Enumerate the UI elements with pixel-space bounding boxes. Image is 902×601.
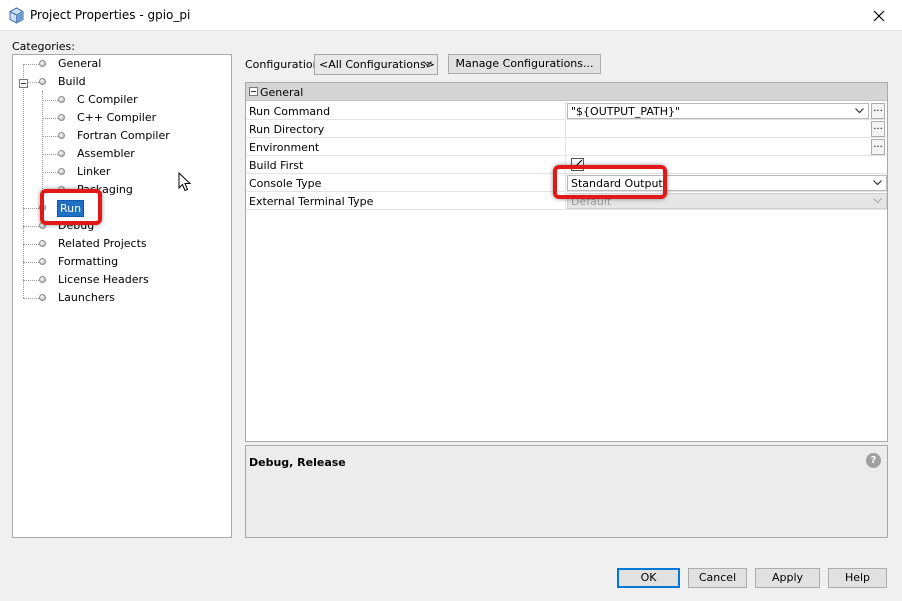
node-icon [39, 258, 46, 265]
tree-item-launchers[interactable]: Launchers [13, 289, 213, 307]
property-name: Console Type [246, 174, 566, 192]
description-text: Debug, Release [249, 456, 346, 469]
collapse-icon[interactable] [249, 87, 258, 96]
property-sheet: General Run Command "${OUTPUT_PATH}" ...… [245, 82, 888, 442]
console-type-select[interactable]: Standard Output [567, 175, 887, 191]
environment-browse-button[interactable]: ... [871, 139, 885, 155]
property-name: Environment [246, 138, 566, 156]
node-icon [39, 204, 46, 211]
node-icon [39, 60, 46, 67]
run-directory-browse-button[interactable]: ... [871, 121, 885, 137]
property-row-environment: Environment ... [246, 138, 887, 156]
close-button[interactable] [856, 0, 902, 31]
apply-button[interactable]: Apply [755, 568, 820, 588]
tree-item-c-compiler[interactable]: C Compiler [13, 91, 213, 109]
selected-item-label: Run [57, 200, 85, 217]
node-icon [39, 222, 46, 229]
chevron-down-icon [873, 180, 882, 186]
chevron-down-icon [855, 108, 864, 114]
categories-label: Categories: [12, 40, 75, 53]
property-name: Run Command [246, 102, 566, 120]
chevron-down-icon [423, 61, 432, 67]
chevron-down-icon [873, 198, 882, 204]
property-row-build-first: Build First [246, 156, 887, 174]
property-row-console-type: Console Type Standard Output [246, 174, 887, 192]
manage-configurations-button[interactable]: Manage Configurations... [448, 54, 601, 74]
tree-item-general[interactable]: General [13, 55, 213, 73]
environment-value[interactable]: ... [567, 138, 887, 156]
console-type-value: Standard Output [571, 177, 663, 190]
collapse-icon[interactable] [19, 78, 28, 88]
help-icon[interactable]: ? [866, 453, 881, 468]
property-name: External Terminal Type [246, 192, 566, 210]
node-icon [39, 294, 46, 301]
property-name: Run Directory [246, 120, 566, 138]
categories-tree[interactable]: General Build C Compiler C++ Compiler Fo… [12, 54, 232, 538]
ok-button[interactable]: OK [617, 568, 680, 588]
tree-item-fortran-compiler[interactable]: Fortran Compiler [13, 127, 213, 145]
configuration-value: <All Configurations> [319, 58, 435, 71]
property-row-external-terminal-type: External Terminal Type Default [246, 192, 887, 210]
property-name: Build First [246, 156, 566, 174]
run-command-value: "${OUTPUT_PATH}" [571, 105, 681, 118]
window-title: Project Properties - gpio_pi [30, 8, 191, 22]
cancel-button[interactable]: Cancel [688, 568, 747, 588]
cube-icon [9, 7, 24, 24]
run-directory-value[interactable]: ... [567, 120, 887, 138]
help-button[interactable]: Help [828, 568, 887, 588]
mouse-cursor-icon [178, 172, 192, 192]
node-icon [58, 132, 65, 139]
node-icon [58, 168, 65, 175]
node-icon [58, 186, 65, 193]
node-icon [39, 78, 46, 85]
tree-item-build[interactable]: Build [13, 73, 213, 91]
description-panel: Debug, Release ? [245, 445, 888, 538]
run-command-browse-button[interactable]: ... [871, 103, 885, 119]
external-terminal-type-select: Default [567, 193, 887, 209]
node-icon [39, 240, 46, 247]
title-bar: Project Properties - gpio_pi [0, 0, 902, 31]
tree-item-related-projects[interactable]: Related Projects [13, 235, 213, 253]
tree-item-license-headers[interactable]: License Headers [13, 271, 213, 289]
tree-item-cpp-compiler[interactable]: C++ Compiler [13, 109, 213, 127]
close-icon [873, 10, 885, 22]
node-icon [39, 276, 46, 283]
section-header-general[interactable]: General [246, 83, 887, 101]
configuration-select[interactable]: <All Configurations> [314, 54, 438, 75]
tree-item-debug[interactable]: Debug [13, 217, 213, 235]
node-icon [58, 114, 65, 121]
node-icon [58, 150, 65, 157]
tree-item-formatting[interactable]: Formatting [13, 253, 213, 271]
section-title: General [260, 86, 304, 99]
run-command-combo[interactable]: "${OUTPUT_PATH}" [567, 103, 869, 119]
property-row-run-directory: Run Directory ... [246, 120, 887, 138]
tree-item-run[interactable]: Run [13, 199, 213, 217]
build-first-checkbox[interactable] [571, 158, 584, 171]
tree-item-assembler[interactable]: Assembler [13, 145, 213, 163]
configuration-label: Configuration: [245, 58, 324, 71]
node-icon [58, 96, 65, 103]
check-icon [572, 159, 583, 170]
property-row-run-command: Run Command "${OUTPUT_PATH}" ... [246, 102, 887, 120]
external-terminal-type-value: Default [571, 195, 612, 208]
